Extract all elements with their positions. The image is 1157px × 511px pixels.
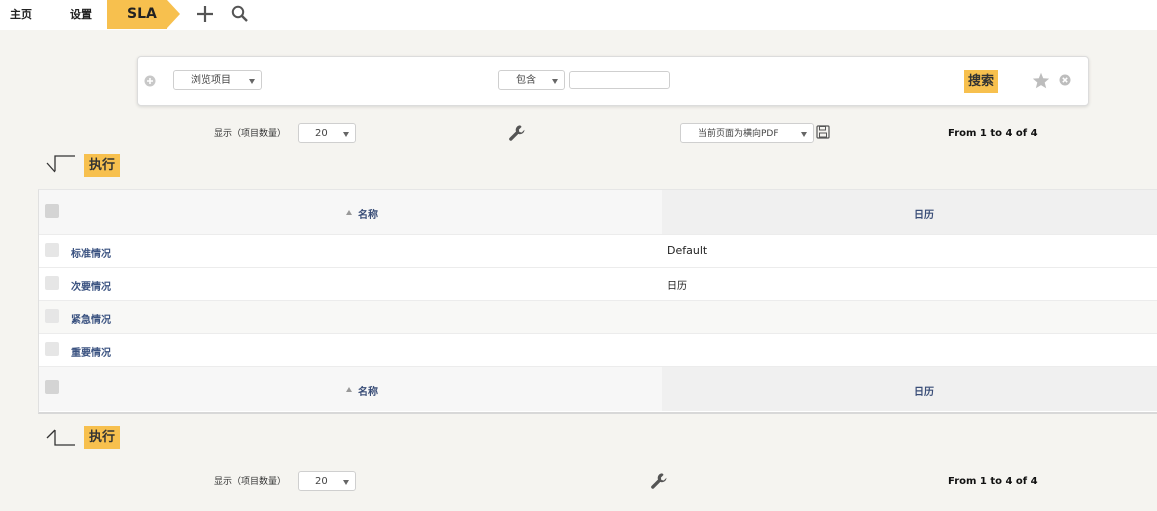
row-name-link[interactable]: 标准情况 xyxy=(71,245,111,260)
column-header-calendar[interactable]: 日历 xyxy=(662,190,1157,234)
column-footer-name-label: 名称 xyxy=(358,387,378,398)
column-footer-calendar-label: 日历 xyxy=(914,387,934,398)
filter-operator-select-value: 包含 xyxy=(516,75,536,86)
row-calendar: 日历 xyxy=(667,281,687,292)
wrench-icon[interactable] xyxy=(508,124,526,142)
chevron-down-icon xyxy=(343,132,349,137)
save-icon[interactable] xyxy=(816,125,830,139)
search-button[interactable]: 搜索 xyxy=(964,70,998,93)
table-row[interactable]: 次要情况 日历 xyxy=(39,268,1157,301)
breadcrumb-home[interactable]: 主页 xyxy=(0,0,46,29)
chevron-down-icon xyxy=(343,480,349,485)
search-icon[interactable] xyxy=(230,4,250,24)
row-checkbox[interactable] xyxy=(45,243,59,257)
table-footer-row: 名称 日历 xyxy=(39,367,1157,411)
execute-button-bottom[interactable]: 执行 xyxy=(84,426,120,449)
chevron-down-icon xyxy=(552,79,558,84)
per-page-label-bottom: 显示（项目数量） xyxy=(214,477,287,487)
chevron-down-icon xyxy=(249,79,255,84)
select-all-checkbox-bottom[interactable] xyxy=(45,380,59,394)
sort-asc-icon xyxy=(346,210,352,215)
per-page-label: 显示（项目数量） xyxy=(214,129,287,139)
export-select[interactable]: 当前页面为横向PDF xyxy=(680,123,814,143)
pager-info: From 1 to 4 of 4 xyxy=(948,128,1038,139)
breadcrumb: 主页 设置 SLA xyxy=(0,0,1157,30)
execute-button-top[interactable]: 执行 xyxy=(84,154,120,177)
table-header-row: 名称 日历 xyxy=(39,190,1157,235)
sort-asc-icon xyxy=(346,387,352,392)
pager-info-bottom: From 1 to 4 of 4 xyxy=(948,476,1038,487)
arrow-up-left-icon xyxy=(46,429,75,446)
row-name-link[interactable]: 紧急情况 xyxy=(71,311,111,326)
filter-field-select-value: 浏览项目 xyxy=(191,75,231,86)
close-circle-icon[interactable] xyxy=(1059,74,1071,86)
table-row[interactable]: 重要情况 xyxy=(39,334,1157,367)
breadcrumb-current[interactable]: SLA xyxy=(107,0,167,29)
breadcrumb-settings-label: 设置 xyxy=(70,8,92,21)
filter-operator-select[interactable]: 包含 xyxy=(498,70,565,90)
filter-value-input[interactable] xyxy=(569,71,670,89)
breadcrumb-home-label: 主页 xyxy=(10,8,32,21)
row-calendar: Default xyxy=(667,244,708,257)
arrow-down-left-icon xyxy=(46,155,75,173)
row-name-link[interactable]: 重要情况 xyxy=(71,344,111,359)
per-page-select-value: 20 xyxy=(315,128,328,139)
row-name-link[interactable]: 次要情况 xyxy=(71,278,111,293)
star-icon[interactable] xyxy=(1032,72,1050,89)
breadcrumb-settings[interactable]: 设置 xyxy=(46,0,107,29)
column-header-name-label: 名称 xyxy=(358,210,378,221)
per-page-select[interactable]: 20 xyxy=(298,123,356,143)
plus-circle-icon[interactable] xyxy=(144,75,156,87)
per-page-select-bottom[interactable]: 20 xyxy=(298,471,356,491)
column-footer-name[interactable]: 名称 xyxy=(39,367,662,411)
sla-table: 名称 日历 标准情况 Default 次要情况 日历 紧急情况 重要情况 名称 … xyxy=(38,189,1157,414)
chevron-down-icon xyxy=(801,132,807,137)
table-row[interactable]: 标准情况 Default xyxy=(39,235,1157,268)
wrench-icon[interactable] xyxy=(650,472,668,490)
row-checkbox[interactable] xyxy=(45,342,59,356)
export-select-value: 当前页面为横向PDF xyxy=(698,129,779,139)
column-footer-calendar[interactable]: 日历 xyxy=(662,367,1157,411)
column-header-calendar-label: 日历 xyxy=(914,210,934,221)
filter-field-select[interactable]: 浏览项目 xyxy=(173,70,262,90)
breadcrumb-current-arrow xyxy=(167,0,180,28)
select-all-checkbox[interactable] xyxy=(45,204,59,218)
filter-panel: 浏览项目 包含 搜索 xyxy=(137,56,1089,106)
per-page-select-bottom-value: 20 xyxy=(315,476,328,487)
row-checkbox[interactable] xyxy=(45,276,59,290)
table-row[interactable]: 紧急情况 xyxy=(39,301,1157,334)
column-header-name[interactable]: 名称 xyxy=(39,190,662,234)
breadcrumb-current-label: SLA xyxy=(127,6,157,22)
plus-icon[interactable] xyxy=(195,4,215,24)
row-checkbox[interactable] xyxy=(45,309,59,323)
